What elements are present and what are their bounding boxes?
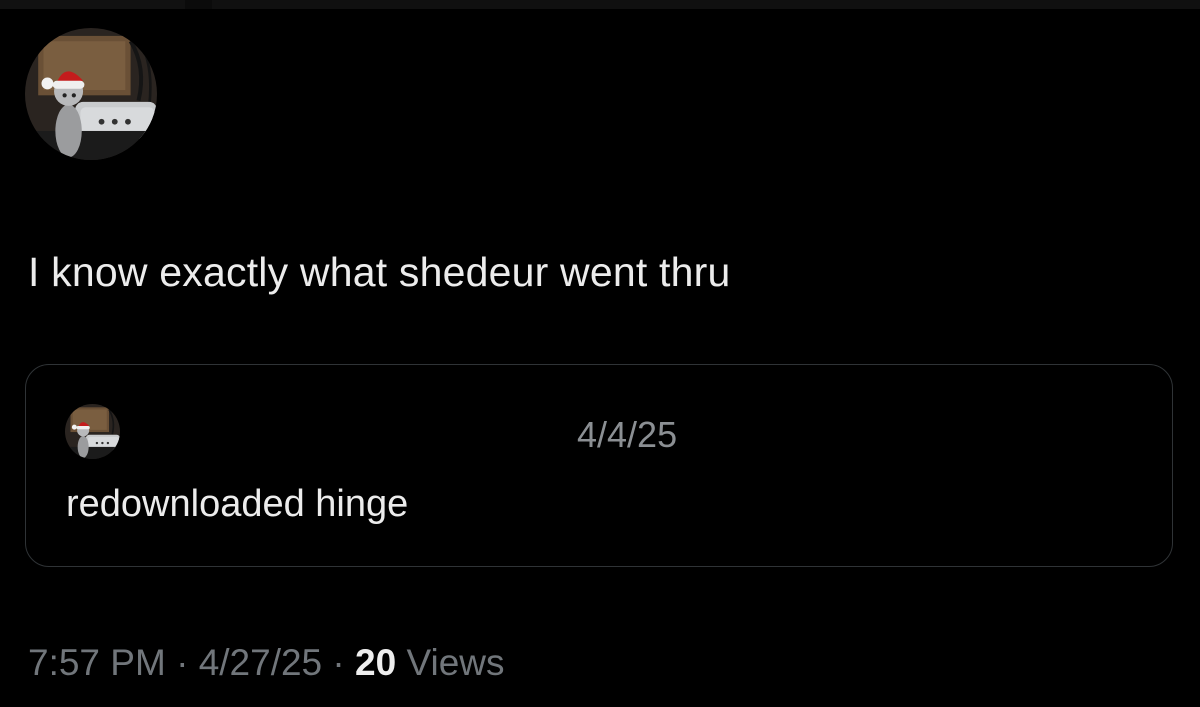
- status-bar-segment: [0, 0, 185, 9]
- quoted-author-avatar[interactable]: [65, 404, 120, 459]
- avatar-image: [65, 404, 120, 459]
- views-label[interactable]: Views: [406, 642, 504, 683]
- status-bar-segment: [212, 0, 1200, 9]
- meta-separator: ·: [176, 642, 189, 683]
- quoted-tweet-text: redownloaded hinge: [66, 483, 409, 525]
- tweet-text: I know exactly what shedeur went thru: [28, 249, 731, 295]
- avatar-image: [25, 28, 157, 160]
- tweet-time[interactable]: 7:57 PM: [28, 642, 166, 683]
- status-bar: [0, 0, 1200, 9]
- views-count[interactable]: 20: [355, 642, 396, 683]
- author-avatar[interactable]: [25, 28, 157, 160]
- meta-separator: ·: [332, 642, 345, 683]
- tweet-metadata: 7:57 PM · 4/27/25 · 20 Views: [28, 641, 505, 685]
- quoted-tweet-date[interactable]: 4/4/25: [577, 414, 677, 456]
- tweet-date[interactable]: 4/27/25: [199, 642, 322, 683]
- quoted-tweet-card[interactable]: [25, 364, 1173, 567]
